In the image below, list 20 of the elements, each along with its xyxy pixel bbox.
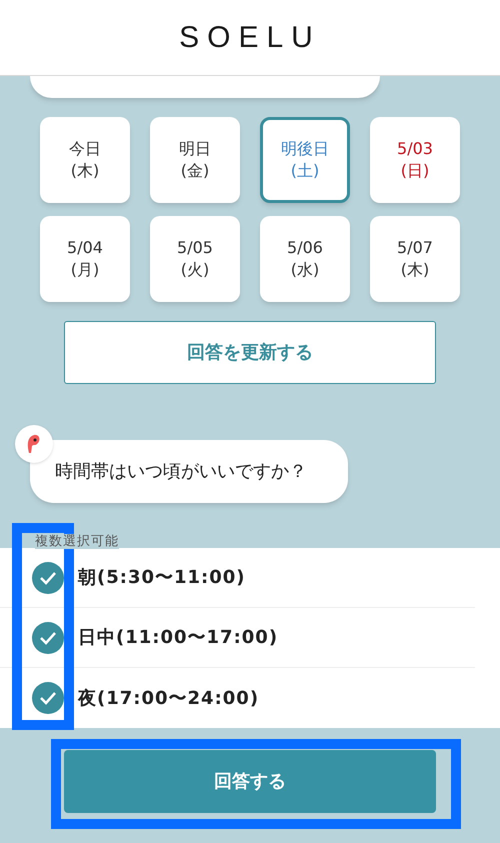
option-label: 朝(5:30〜11:00) [78, 566, 246, 590]
question-text: 時間帯はいつ頃がいいですか？ [55, 460, 307, 484]
mascot-icon [26, 433, 42, 455]
option-label: 日中(11:00〜17:00) [78, 626, 278, 650]
date-option[interactable]: 5/05 (火) [150, 216, 240, 302]
hint-text: 複数選択可能 [35, 534, 119, 549]
date-option[interactable]: 5/04 (月) [40, 216, 130, 302]
time-option[interactable]: 日中(11:00〜17:00) [0, 608, 475, 668]
submit-button[interactable]: 回答する [64, 750, 436, 813]
date-option[interactable]: 5/07 (木) [370, 216, 460, 302]
date-option[interactable]: 5/06 (水) [260, 216, 350, 302]
date-option[interactable]: 明後日 (土) [260, 117, 350, 203]
time-option[interactable]: 夜(17:00〜24:00) [0, 668, 475, 728]
update-answer-button[interactable]: 回答を更新する [64, 321, 436, 384]
time-option[interactable]: 朝(5:30〜11:00) [0, 548, 475, 608]
date-option[interactable]: 5/03 (日) [370, 117, 460, 203]
date-option[interactable]: 明日 (金) [150, 117, 240, 203]
logo: SOELU [179, 20, 321, 56]
date-option[interactable]: 今日 (木) [40, 117, 130, 203]
option-label: 夜(17:00〜24:00) [78, 686, 260, 710]
